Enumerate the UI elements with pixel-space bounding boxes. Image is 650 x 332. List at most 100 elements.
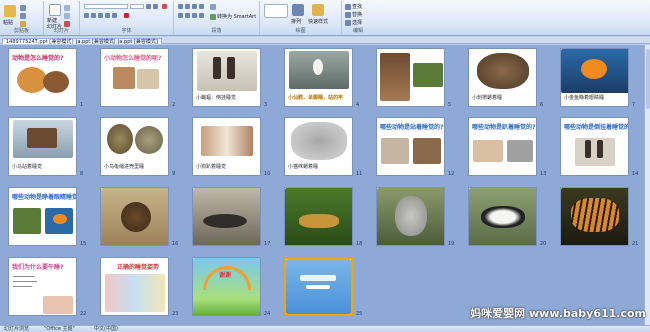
tab-document-3[interactable]: ja.ppt [兼容模式]	[114, 38, 162, 45]
slide-number: 25	[356, 311, 363, 317]
slide-title: 哪些动物是趴着睡觉的?	[472, 124, 536, 131]
slide-thumbnail-8[interactable]: 小马站着睡觉	[8, 117, 77, 176]
bat-figure	[585, 140, 591, 158]
slide-thumbnail-17[interactable]	[192, 187, 261, 246]
layout-button[interactable]	[64, 5, 70, 11]
bat-figure	[597, 140, 603, 158]
find-icon	[345, 3, 351, 10]
paste-icon[interactable]	[4, 5, 16, 17]
vertical-scrollbar[interactable]	[644, 45, 650, 325]
align-left-icon[interactable]	[178, 13, 183, 18]
slide-thumbnail-18[interactable]	[284, 187, 353, 246]
slide-thumbnail-11[interactable]: 小猫咪蜷着睡	[284, 117, 353, 176]
slide-title: 我们为什么要午睡?	[12, 264, 64, 271]
slide-number: 22	[80, 311, 87, 317]
slide-thumbnail-10[interactable]: 小狗趴着睡觉	[192, 117, 261, 176]
reset-button[interactable]	[64, 13, 70, 19]
quick-styles-icon[interactable]	[312, 4, 324, 16]
tab-document-1[interactable]: 1489775247.ppt [兼容模式]	[2, 38, 78, 45]
shrink-font-icon[interactable]	[153, 4, 158, 9]
drawing-group: 排列 快速样式 绘图	[260, 1, 342, 35]
text-direction-button[interactable]	[210, 4, 216, 10]
slide-thumbnail-21[interactable]	[560, 187, 629, 246]
underline-icon[interactable]	[98, 13, 103, 18]
tab-document-2[interactable]: ja.ppt [兼容模式]	[72, 38, 120, 45]
copy-button[interactable]	[20, 13, 26, 19]
slide-thumbnail-6[interactable]: 小刺猬蜷着睡	[468, 48, 537, 107]
italic-icon[interactable]	[91, 13, 96, 18]
slide-thumbnail-24[interactable]: 谢谢	[192, 257, 261, 316]
crane-figure	[313, 59, 323, 75]
increase-indent-icon[interactable]	[199, 4, 204, 9]
decrease-indent-icon[interactable]	[192, 4, 197, 9]
slide-thumbnail-14[interactable]: 哪些动物是倒挂着睡觉的?	[560, 117, 629, 176]
reset-icon	[64, 13, 70, 19]
copy-icon	[20, 13, 26, 19]
slide-thumbnail-16[interactable]	[100, 187, 169, 246]
slide-thumbnail-4[interactable]: 小仙鹤，单脚睡，站的牢	[284, 48, 353, 107]
owl-image	[413, 63, 443, 87]
font-color-icon[interactable]	[124, 13, 129, 18]
slides-group: 新建 幻灯片 幻灯片	[44, 1, 80, 35]
justify-icon[interactable]	[199, 13, 204, 18]
cut-button[interactable]	[20, 5, 26, 11]
font-size-select[interactable]	[130, 4, 144, 9]
bullets-icon[interactable]	[178, 4, 183, 9]
slide-number: 3	[264, 102, 268, 108]
slide-thumbnail-5[interactable]	[376, 48, 445, 107]
slide-thumbnail-7[interactable]: 小金鱼睁着眼睛睡	[560, 48, 629, 107]
hedgehog-image	[477, 53, 529, 89]
slide-number: 16	[172, 241, 179, 247]
slide-thumbnail-22[interactable]: 我们为什么要午睡? ━━━━━━━━━ ━━━━━━━━━━ ━━━━━━━━	[8, 257, 77, 316]
slide-thumbnail-2[interactable]: 小动物怎么睡觉的呢?	[100, 48, 169, 107]
slide-number: 14	[632, 171, 639, 177]
goldfish-figure	[53, 214, 67, 224]
align-right-icon[interactable]	[192, 13, 197, 18]
align-center-icon[interactable]	[185, 13, 190, 18]
replace-button[interactable]: 替换	[345, 11, 362, 18]
slide-caption: 小乌龟缩进壳里睡	[104, 164, 145, 170]
bat-figure	[227, 57, 235, 79]
scrollbar-thumb[interactable]	[646, 49, 650, 109]
slide-thumbnail-12[interactable]: 哪些动物是站着睡觉的?	[376, 117, 445, 176]
shadow-icon[interactable]	[112, 13, 117, 18]
find-button[interactable]: 查找	[345, 3, 362, 10]
slide-thumbnail-25[interactable]	[284, 257, 353, 316]
smartart-button[interactable]: 转换为 SmartArt	[210, 13, 256, 20]
arrange-icon[interactable]	[292, 4, 304, 16]
slide-number: 11	[356, 171, 363, 177]
watermark: 妈咪爱婴网 www.baby611.com	[470, 307, 646, 320]
slide-thumbnail-9[interactable]: 小乌龟缩进壳里睡	[100, 117, 169, 176]
text-box	[300, 275, 336, 281]
children-image	[105, 274, 165, 312]
slide-thumbnail-1[interactable]: 动物是怎么睡觉的?	[8, 48, 77, 107]
horse-figure	[27, 128, 57, 148]
new-slide-icon[interactable]	[49, 4, 61, 16]
text-direction-icon	[210, 4, 216, 10]
slide-caption: 小刺猬蜷着睡	[472, 95, 503, 101]
font-name-select[interactable]	[84, 4, 128, 9]
slide-thumbnail-20[interactable]	[468, 187, 537, 246]
select-button[interactable]: 选择	[345, 19, 362, 26]
grow-font-icon[interactable]	[146, 4, 151, 9]
paste-button[interactable]: 粘贴	[3, 19, 13, 26]
slide-number: 8	[80, 171, 84, 177]
clear-format-icon[interactable]	[162, 4, 167, 9]
slide-caption: 小金鱼睁着眼睛睡	[564, 95, 605, 101]
editing-group: 查找 替换 选择 编辑	[342, 1, 374, 35]
owl-image	[380, 53, 410, 101]
slide-number: 13	[540, 171, 547, 177]
bold-icon[interactable]	[84, 13, 89, 18]
slide-thumbnail-19[interactable]	[376, 187, 445, 246]
shapes-gallery[interactable]	[264, 4, 288, 18]
slide-thumbnail-3[interactable]: 小蝙蝠：倒挂睡觉	[192, 48, 261, 107]
slide-thumbnail-23[interactable]: 正确的睡觉姿势	[100, 257, 169, 316]
quick-styles-button[interactable]: 快速样式	[308, 18, 328, 25]
arrange-button[interactable]: 排列	[291, 18, 301, 25]
language-label: 中文(中国)	[94, 326, 118, 332]
slide-thumbnail-15[interactable]: 哪些动物是睁着眼睛睡觉的?	[8, 187, 77, 246]
strikethrough-icon[interactable]	[105, 13, 110, 18]
slide-thumbnail-13[interactable]: 哪些动物是趴着睡觉的?	[468, 117, 537, 176]
numbering-icon[interactable]	[185, 4, 190, 9]
theme-label: "Office 主题"	[44, 326, 75, 332]
